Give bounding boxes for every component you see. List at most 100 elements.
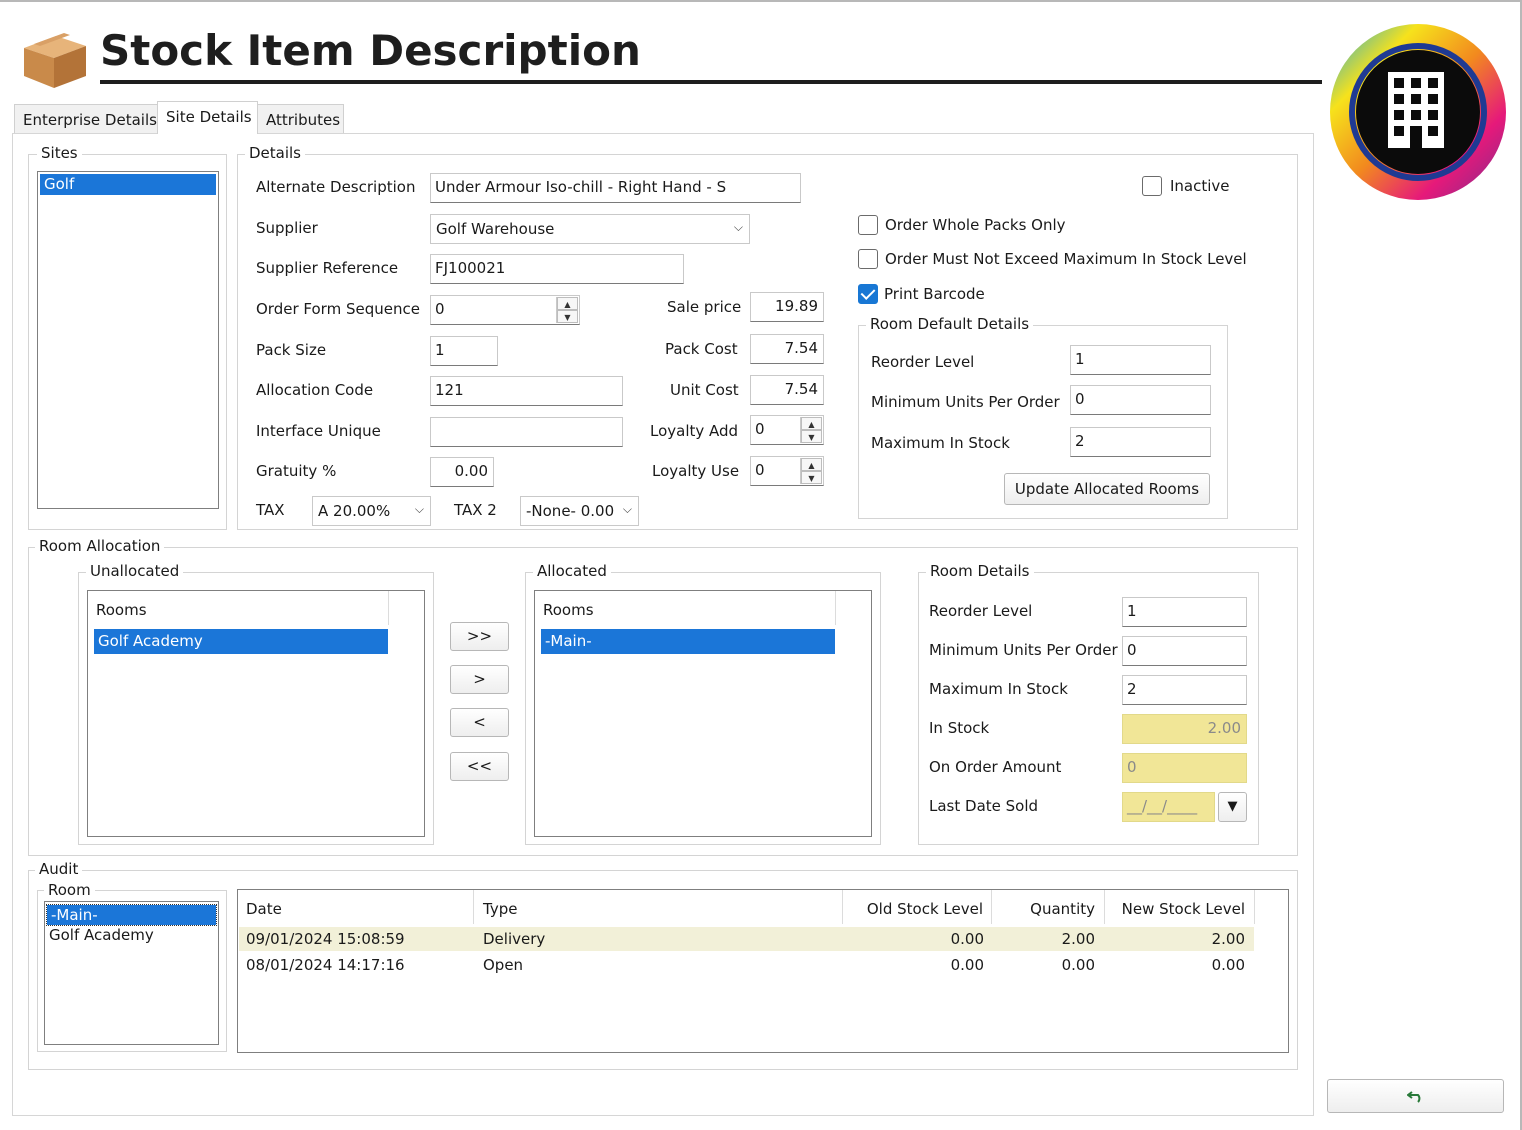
room-reorder-level-label: Reorder Level [929, 602, 1033, 620]
row-date: 09/01/2024 15:08:59 [246, 930, 405, 948]
tax-select[interactable]: A 20.00% ⌵ [312, 496, 431, 526]
tab-attributes[interactable]: Attributes [257, 104, 344, 134]
update-allocated-rooms-button[interactable]: Update Allocated Rooms [1004, 473, 1210, 505]
spin-down-icon[interactable]: ▼ [801, 430, 822, 443]
window-frame-top [0, 0, 1522, 2]
spin-down-icon[interactable]: ▼ [801, 471, 822, 484]
audit-rooms-list[interactable]: -Main- Golf Academy [44, 901, 219, 1045]
order-form-sequence-stepper[interactable]: 0 ▲ ▼ [430, 295, 580, 325]
title-underline [100, 80, 1322, 84]
allocated-room-main[interactable]: -Main- [541, 629, 835, 654]
loyalty-add-label: Loyalty Add [650, 422, 739, 440]
default-max-in-stock-input[interactable]: 2 [1070, 427, 1211, 457]
column-header-new-stock-level[interactable]: New Stock Level [1108, 900, 1245, 918]
move-all-right-button[interactable]: >> [450, 622, 509, 651]
sale-price-input[interactable]: 19.89 [750, 292, 824, 322]
chevron-down-icon: ⌵ [733, 220, 743, 234]
column-divider [1104, 890, 1105, 924]
move-left-button[interactable]: < [450, 708, 509, 737]
default-reorder-level-input[interactable]: 1 [1070, 345, 1211, 375]
supplier-reference-label: Supplier Reference [256, 259, 399, 277]
loyalty-add-stepper[interactable]: 0 ▲ ▼ [750, 415, 824, 445]
column-header-quantity[interactable]: Quantity [1004, 900, 1095, 918]
interface-unique-input[interactable] [430, 417, 623, 447]
move-all-left-button[interactable]: << [450, 752, 509, 781]
tax-label: TAX [256, 501, 285, 519]
column-header-old-stock-level[interactable]: Old Stock Level [842, 900, 983, 918]
supplier-reference-input[interactable]: FJ100021 [430, 254, 684, 284]
move-right-button[interactable]: > [450, 665, 509, 694]
room-min-units-label: Minimum Units Per Order [929, 641, 1118, 659]
gratuity-input[interactable]: 0.00 [430, 457, 494, 487]
spin-up-icon[interactable]: ▲ [801, 458, 822, 471]
order-not-exceed-label: Order Must Not Exceed Maximum In Stock L… [885, 250, 1247, 268]
spin-up-icon[interactable]: ▲ [557, 297, 578, 310]
row-quantity: 2.00 [1061, 930, 1095, 948]
column-divider [842, 890, 843, 924]
order-whole-packs-checkbox[interactable] [858, 215, 878, 235]
spin-up-icon[interactable]: ▲ [801, 417, 822, 430]
loyalty-use-spinner[interactable]: ▲ ▼ [800, 458, 822, 484]
unit-cost-input[interactable]: 7.54 [750, 375, 824, 405]
room-max-in-stock-input[interactable]: 2 [1122, 675, 1247, 705]
in-stock-value: 2.00 [1122, 714, 1247, 744]
column-divider [1254, 890, 1255, 924]
room-min-units-input[interactable]: 0 [1122, 636, 1247, 666]
unallocated-room-golf-academy[interactable]: Golf Academy [94, 629, 388, 654]
undo-button[interactable] [1327, 1079, 1504, 1113]
tax2-select[interactable]: -None- 0.00 ⌵ [520, 496, 639, 526]
loyalty-use-stepper[interactable]: 0 ▲ ▼ [750, 456, 824, 486]
row-new-stock: 2.00 [1211, 930, 1245, 948]
sale-price-label: Sale price [667, 298, 742, 316]
supplier-value: Golf Warehouse [436, 220, 555, 238]
loyalty-add-spinner[interactable]: ▲ ▼ [800, 417, 822, 443]
order-form-sequence-spinner[interactable]: ▲ ▼ [556, 297, 578, 323]
site-item-golf[interactable]: Golf [40, 174, 216, 195]
row-type: Open [483, 956, 524, 974]
table-row[interactable]: 08/01/2024 14:17:16 Open 0.00 0.00 0.00 [239, 953, 1254, 977]
tab-site-details[interactable]: Site Details [157, 101, 258, 134]
table-row[interactable]: 09/01/2024 15:08:59 Delivery 0.00 2.00 2… [239, 927, 1254, 951]
row-quantity: 0.00 [1061, 956, 1095, 974]
date-dropdown-icon[interactable]: ▼ [1218, 792, 1247, 822]
inactive-checkbox[interactable] [1142, 176, 1162, 196]
audit-room-main[interactable]: -Main- [46, 904, 217, 926]
order-form-sequence-value: 0 [435, 300, 445, 318]
column-header-date[interactable]: Date [246, 900, 282, 918]
unallocated-rooms-header: Rooms [96, 601, 147, 619]
page-title: Stock Item Description [100, 26, 641, 75]
audit-room-golf-academy[interactable]: Golf Academy [45, 925, 218, 945]
supplier-select[interactable]: Golf Warehouse ⌵ [430, 214, 750, 244]
order-not-exceed-checkbox[interactable] [858, 249, 878, 269]
pack-size-input[interactable]: 1 [430, 336, 498, 366]
column-header-type[interactable]: Type [483, 900, 517, 918]
default-min-units-label: Minimum Units Per Order [871, 393, 1060, 411]
column-divider [388, 591, 389, 625]
default-max-in-stock-label: Maximum In Stock [871, 434, 1010, 452]
sites-list[interactable]: Golf [37, 171, 219, 509]
pack-cost-input[interactable]: 7.54 [750, 334, 824, 364]
print-barcode-label: Print Barcode [884, 285, 985, 303]
alternate-description-input[interactable]: Under Armour Iso-chill - Right Hand - S [430, 173, 801, 203]
loyalty-add-value: 0 [755, 420, 765, 438]
pack-size-label: Pack Size [256, 341, 327, 359]
last-date-sold-value: __/__/____ [1122, 792, 1215, 822]
unallocated-rooms-list[interactable]: Rooms Golf Academy [87, 590, 425, 837]
room-reorder-level-input[interactable]: 1 [1122, 597, 1247, 627]
spin-down-icon[interactable]: ▼ [557, 310, 578, 323]
tax2-value: -None- 0.00 [526, 502, 615, 520]
row-date: 08/01/2024 14:17:16 [246, 956, 405, 974]
gratuity-label: Gratuity % [256, 462, 337, 480]
loyalty-use-value: 0 [755, 461, 765, 479]
audit-grid: Date Type Old Stock Level Quantity New S… [237, 889, 1289, 1053]
room-allocation-legend: Room Allocation [35, 537, 165, 555]
room-details-legend: Room Details [926, 562, 1034, 580]
allocation-code-input[interactable]: 121 [430, 376, 623, 406]
default-reorder-level-label: Reorder Level [871, 353, 975, 371]
print-barcode-checkbox[interactable] [858, 284, 878, 304]
allocated-rooms-list[interactable]: Rooms -Main- [534, 590, 872, 837]
unallocated-legend: Unallocated [86, 562, 184, 580]
tab-enterprise-details[interactable]: Enterprise Details [14, 104, 158, 134]
default-min-units-input[interactable]: 0 [1070, 385, 1211, 415]
details-legend: Details [245, 144, 306, 162]
